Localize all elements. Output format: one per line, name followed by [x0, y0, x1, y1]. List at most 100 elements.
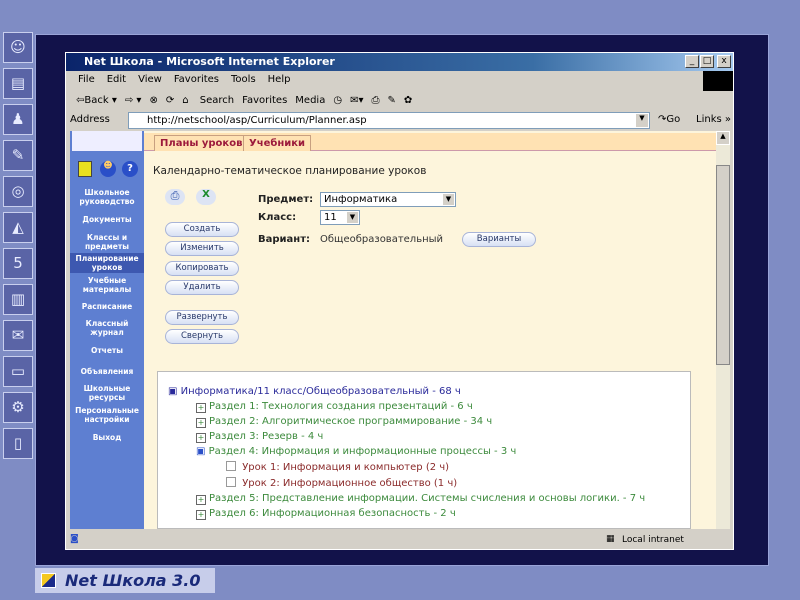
- announcements-icon[interactable]: ✉: [3, 320, 33, 351]
- tab-bar: Планы уроков Учебники: [144, 133, 716, 151]
- messenger-icon[interactable]: ✿: [404, 95, 412, 106]
- chevron-down-icon: ▼: [443, 194, 454, 205]
- tree-section[interactable]: + Раздел 5: Представление информации. Сис…: [196, 493, 645, 505]
- tree-root[interactable]: ▣ Информатика/11 класс/Общеобразовательн…: [168, 386, 461, 397]
- nav-schedule[interactable]: Расписание: [70, 302, 144, 311]
- address-label: Address: [70, 114, 110, 125]
- users-icon[interactable]: ☻: [100, 161, 116, 177]
- menu-bar: File Edit View Favorites Tools Help: [66, 74, 733, 85]
- subject-select[interactable]: Информатика ▼: [320, 192, 456, 207]
- intranet-icon: ▦: [606, 534, 615, 544]
- scroll-thumb[interactable]: [716, 165, 730, 365]
- create-button[interactable]: Создать: [165, 222, 239, 237]
- nav-journal[interactable]: Классный журнал: [70, 319, 144, 337]
- forward-button[interactable]: ⇨ ▾: [125, 95, 142, 106]
- schedule-icon[interactable]: 5: [3, 248, 33, 279]
- history-icon[interactable]: ◷: [333, 95, 342, 106]
- variants-button[interactable]: Варианты: [462, 232, 536, 247]
- nav-announcements[interactable]: Объявления: [70, 367, 144, 376]
- tree-section-open[interactable]: ▣ Раздел 4: Информация и информационные …: [196, 446, 516, 457]
- expand-button[interactable]: Развернуть: [165, 310, 239, 325]
- menu-tools[interactable]: Tools: [231, 74, 256, 85]
- settings-icon[interactable]: ⚙: [3, 392, 33, 423]
- links-button[interactable]: Links »: [696, 114, 736, 125]
- web-page: ☻ ? Школьное руководство Документы Класс…: [70, 131, 730, 529]
- nav-classes[interactable]: Классы и предметы: [70, 233, 144, 251]
- address-input[interactable]: http://netschool/asp/Curriculum/Planner.…: [128, 112, 650, 129]
- tree-section[interactable]: + Раздел 6: Информационная безопасность -…: [196, 508, 456, 520]
- nav-lesson-planning[interactable]: Планирование уроков: [70, 253, 144, 273]
- tab-textbooks[interactable]: Учебники: [243, 135, 312, 151]
- logo: [72, 131, 142, 151]
- print-icon[interactable]: ⎙: [371, 95, 379, 106]
- curriculum-tree: ▣ Информатика/11 класс/Общеобразовательн…: [157, 371, 691, 529]
- exit-icon[interactable]: ▯: [3, 428, 33, 459]
- sidebar: ☻ ? Школьное руководство Документы Класс…: [70, 131, 144, 529]
- tree-section[interactable]: + Раздел 1: Технология создания презентац…: [196, 401, 473, 413]
- back-button[interactable]: ⇦Back ▾: [76, 95, 117, 106]
- nav-exit[interactable]: Выход: [70, 433, 144, 442]
- variant-label: Вариант:: [258, 234, 310, 245]
- ie-window: Net Школа - Microsoft Internet Explorer …: [65, 52, 734, 550]
- refresh-icon[interactable]: ⟳: [166, 95, 174, 106]
- print-icon[interactable]: ⎙: [165, 189, 185, 205]
- app-brand: Net Школа 3.0: [35, 568, 215, 593]
- home-icon[interactable]: ⌂: [182, 95, 188, 106]
- subject-label: Предмет:: [258, 194, 314, 205]
- menu-favorites[interactable]: Favorites: [174, 74, 219, 85]
- class-label: Класс:: [258, 212, 297, 223]
- edit-icon[interactable]: ✎: [387, 95, 395, 106]
- documents-icon[interactable]: ▤: [3, 68, 33, 99]
- menu-edit[interactable]: Edit: [107, 74, 126, 85]
- notes-icon[interactable]: [78, 161, 92, 177]
- help-icon[interactable]: ?: [122, 161, 138, 177]
- media-button[interactable]: Media: [295, 95, 325, 106]
- stop-icon[interactable]: ⊗: [149, 95, 157, 106]
- bell-icon[interactable]: ◭: [3, 212, 33, 243]
- nav-documents[interactable]: Документы: [70, 215, 144, 224]
- director-icon[interactable]: ☺: [3, 32, 33, 63]
- copy-button[interactable]: Копировать: [165, 261, 239, 276]
- go-button[interactable]: ↷Go: [658, 114, 698, 125]
- delete-button[interactable]: Удалить: [165, 280, 239, 295]
- maximize-button[interactable]: □: [700, 55, 714, 68]
- windows-logo: [703, 71, 733, 91]
- open-folder-icon: ▣: [196, 446, 206, 457]
- menu-view[interactable]: View: [138, 74, 162, 85]
- address-dropdown[interactable]: ▼: [636, 114, 648, 127]
- vertical-scrollbar[interactable]: ▲: [716, 131, 730, 529]
- nav-materials[interactable]: Учебные материалы: [70, 276, 144, 294]
- mail-icon[interactable]: ✉▾: [350, 95, 363, 106]
- planning-icon[interactable]: ✎: [3, 140, 33, 171]
- menu-file[interactable]: File: [78, 74, 95, 85]
- nav-settings[interactable]: Персональные настройки: [70, 406, 144, 424]
- variant-value: Общеобразовательный: [320, 234, 444, 245]
- favorites-button[interactable]: Favorites: [242, 95, 287, 106]
- tree-section[interactable]: + Раздел 3: Резерв - 4 ч: [196, 431, 323, 443]
- nav-resources[interactable]: Школьные ресурсы: [70, 384, 144, 402]
- nav-school-management[interactable]: Школьное руководство: [70, 188, 144, 206]
- materials-icon[interactable]: ◎: [3, 176, 33, 207]
- zone-label: Local intranet: [622, 535, 684, 545]
- nav-reports[interactable]: Отчеты: [70, 346, 144, 355]
- close-button[interactable]: x: [717, 55, 731, 68]
- classes-icon[interactable]: ♟: [3, 104, 33, 135]
- collapse-button[interactable]: Свернуть: [165, 329, 239, 344]
- excel-icon[interactable]: X: [196, 189, 216, 205]
- reports-icon[interactable]: ▥: [3, 284, 33, 315]
- toolbar: ⇦Back ▾ ⇨ ▾ ⊗ ⟳ ⌂ Search Favorites Media ◷ ✉▾ ⎙ ✎ ✿: [66, 95, 733, 106]
- status-bar: ◙ ▦ Local intranet: [66, 532, 733, 549]
- tree-lesson[interactable]: Урок 2: Информационное общество (1 ч): [226, 477, 457, 489]
- title-bar: Net Школа - Microsoft Internet Explorer: [66, 53, 733, 71]
- brand-logo-icon: [41, 573, 56, 588]
- page-icon: ◙: [70, 534, 79, 544]
- resources-icon[interactable]: ▭: [3, 356, 33, 387]
- minimize-button[interactable]: _: [685, 55, 699, 68]
- tree-lesson[interactable]: Урок 1: Информация и компьютер (2 ч): [226, 461, 449, 473]
- tab-lesson-plans[interactable]: Планы уроков: [154, 135, 249, 151]
- search-button[interactable]: Search: [200, 95, 234, 106]
- menu-help[interactable]: Help: [268, 74, 291, 85]
- class-select[interactable]: 11 ▼: [320, 210, 360, 225]
- tree-section[interactable]: + Раздел 2: Алгоритмическое программирова…: [196, 416, 492, 428]
- edit-button[interactable]: Изменить: [165, 241, 239, 256]
